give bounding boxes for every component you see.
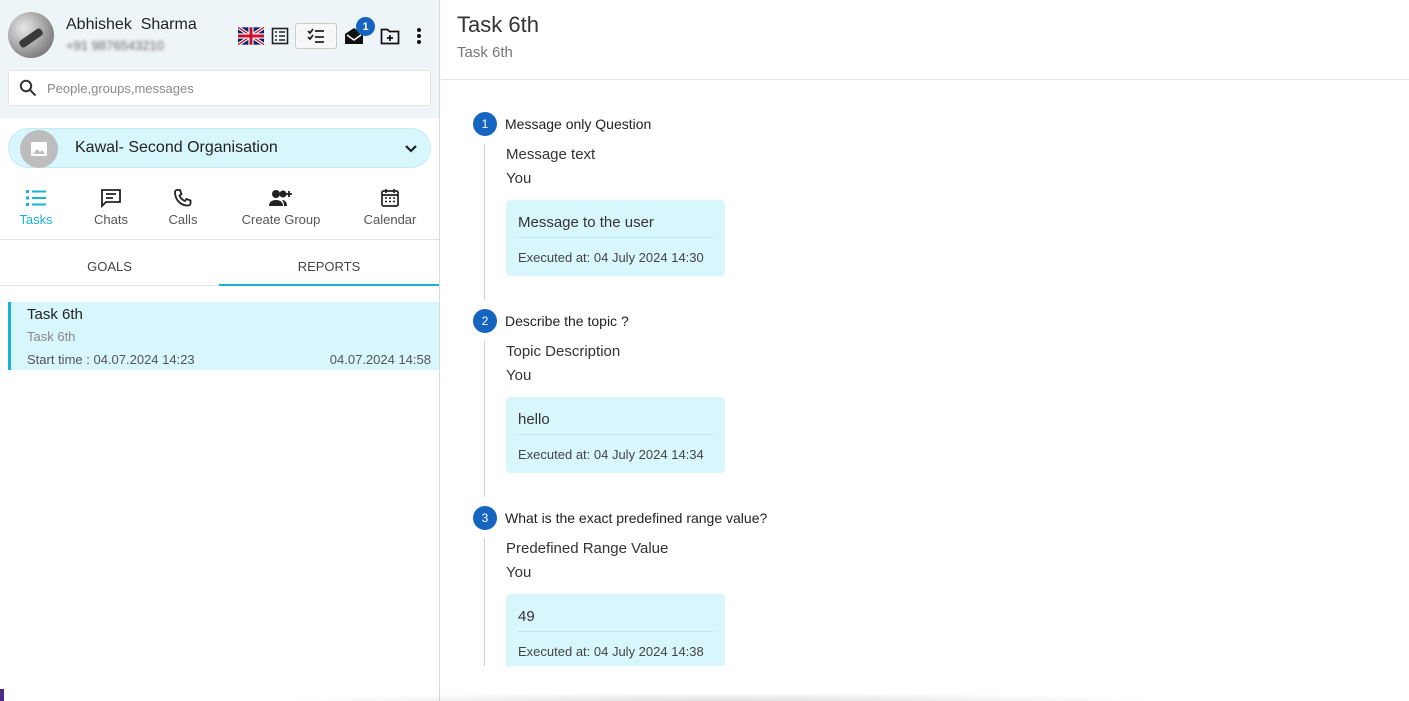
- step-executed-time: Executed at: 04 July 2024 14:34: [518, 447, 704, 462]
- calendar-icon: [381, 189, 399, 207]
- task-subtabs: GOALS REPORTS: [0, 248, 439, 286]
- checklist-icon[interactable]: [295, 23, 337, 49]
- notification-badge: 1: [356, 17, 375, 36]
- org-image-icon: [20, 130, 58, 168]
- add-folder-icon[interactable]: [378, 24, 402, 48]
- step-number-badge: 1: [473, 112, 497, 136]
- user-name: Abhishek Sharma: [66, 16, 197, 33]
- search-input[interactable]: [47, 71, 417, 105]
- step-number-badge: 2: [473, 309, 497, 333]
- page-subtitle: Task 6th: [457, 44, 513, 61]
- search-bar: [8, 70, 431, 106]
- nav-chats-label: Chats: [94, 212, 128, 227]
- nav-tasks-label: Tasks: [19, 212, 53, 227]
- step-answer-card: Message to the user Executed at: 04 July…: [506, 200, 725, 276]
- add-group-icon: [269, 190, 292, 206]
- task-detail-panel: Task 6th Task 6th 1 Message only Questio…: [441, 0, 1409, 701]
- nav-create-group[interactable]: Create Group: [236, 178, 326, 240]
- step-answer-card: hello Executed at: 04 July 2024 14:34: [506, 397, 725, 473]
- step-field-label: Message text: [506, 146, 596, 163]
- chat-icon: [101, 189, 121, 208]
- chevron-down-icon: [404, 141, 418, 160]
- bottom-shadow: [280, 693, 1160, 701]
- task-item-subtitle: Task 6th: [27, 329, 76, 344]
- task-item-title: Task 6th: [27, 306, 83, 323]
- phone-icon: [174, 189, 192, 207]
- step-answer-text: hello: [518, 411, 713, 435]
- org-name: Kawal- Second Organisation: [75, 139, 278, 156]
- task-detail-header: Task 6th Task 6th: [441, 0, 1409, 80]
- step-user: You: [506, 170, 532, 187]
- nav-create-group-label: Create Group: [241, 212, 321, 227]
- step-executed-time: Executed at: 04 July 2024 14:30: [518, 250, 704, 265]
- task-item-start-time: Start time : 04.07.2024 14:23: [27, 352, 195, 367]
- nav-calls[interactable]: Calls: [160, 178, 206, 240]
- step-user: You: [506, 564, 532, 581]
- tab-reports[interactable]: REPORTS: [219, 248, 439, 286]
- step-user: You: [506, 367, 532, 384]
- nav-calls-label: Calls: [168, 212, 198, 227]
- step-field-label: Predefined Range Value: [506, 540, 669, 557]
- mail-icon[interactable]: 1: [342, 17, 375, 48]
- page-title: Task 6th: [457, 12, 539, 37]
- step-executed-time: Executed at: 04 July 2024 14:38: [518, 644, 704, 659]
- nav-chats[interactable]: Chats: [86, 178, 136, 240]
- nav-calendar[interactable]: Calendar: [358, 178, 422, 240]
- step-question: Describe the topic ?: [505, 313, 629, 329]
- list-view-icon[interactable]: [268, 24, 292, 48]
- nav-tasks[interactable]: Tasks: [12, 178, 60, 240]
- corner-accent: [0, 689, 4, 701]
- task-item-end-time: 04.07.2024 14:58: [329, 352, 431, 367]
- more-vertical-icon[interactable]: [407, 24, 431, 48]
- organisation-selector[interactable]: Kawal- Second Organisation: [8, 128, 431, 168]
- user-phone: +91 9876543210: [66, 38, 164, 53]
- step-field-label: Topic Description: [506, 343, 621, 360]
- step-number-badge: 3: [473, 506, 497, 530]
- search-icon: [19, 79, 37, 102]
- step-answer-card: 49 Executed at: 04 July 2024 14:38: [506, 594, 725, 666]
- uk-flag-icon[interactable]: [238, 24, 264, 48]
- step-connector: [484, 538, 485, 666]
- step-connector: [484, 144, 485, 300]
- step-answer-text: 49: [518, 608, 713, 632]
- tasks-list-icon: [26, 190, 46, 206]
- left-panel: Abhishek Sharma +91 9876543210 1 People,…: [0, 0, 440, 701]
- task-list-item[interactable]: Task 6th Task 6th Start time : 04.07.202…: [8, 302, 439, 370]
- task-steps: 1 Message only Question Message text You…: [473, 112, 1373, 666]
- step-connector: [484, 341, 485, 497]
- nav-calendar-label: Calendar: [363, 212, 417, 227]
- step-question: What is the exact predefined range value…: [505, 510, 768, 526]
- user-avatar[interactable]: [8, 12, 54, 58]
- step-answer-text: Message to the user: [518, 214, 713, 238]
- tab-goals[interactable]: GOALS: [0, 248, 219, 286]
- main-nav: Tasks Chats Calls Create Group Calendar: [0, 178, 439, 240]
- step-question: Message only Question: [505, 116, 652, 132]
- profile-header: Abhishek Sharma +91 9876543210 1 People,…: [0, 0, 439, 118]
